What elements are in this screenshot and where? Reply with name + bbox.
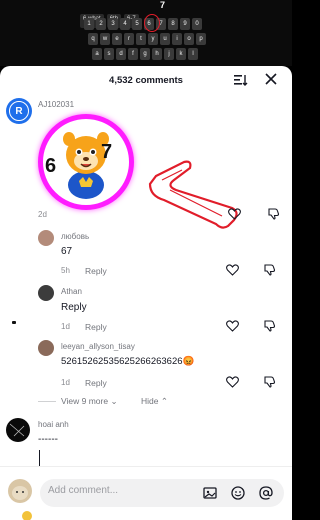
key[interactable]: d <box>116 48 126 60</box>
key[interactable]: e <box>112 33 122 45</box>
dislike-icon[interactable] <box>264 264 276 276</box>
thread-divider <box>38 401 56 402</box>
sticker-peek <box>22 511 32 520</box>
avatar[interactable]: R <box>6 98 32 124</box>
reply-username[interactable]: leeyan_allyson_tisay <box>61 342 135 351</box>
comment-count: 4,532 comments <box>109 75 183 86</box>
reply-button[interactable]: Reply <box>85 266 107 276</box>
comment-input-pill[interactable] <box>40 479 284 507</box>
key[interactable]: 4 <box>120 18 130 30</box>
mention-icon[interactable] <box>258 485 274 501</box>
chevron-up-icon: ⌃ <box>160 396 168 406</box>
key[interactable]: f <box>128 48 138 60</box>
key[interactable]: s <box>104 48 114 60</box>
keyboard-row-qwerty: q w e r t y u i o p <box>88 33 206 45</box>
sticker-number-right: 7 <box>101 141 113 163</box>
keyboard-row-numbers: 1 2 3 4 5 6 7 8 9 0 <box>84 18 202 30</box>
reply-text: 67 <box>61 246 73 257</box>
comment-composer-bar <box>0 466 292 520</box>
reply-username[interactable]: любовь <box>61 232 89 241</box>
key[interactable]: 0 <box>192 18 202 30</box>
comment-time: 2d <box>38 210 47 219</box>
key[interactable]: l <box>188 48 198 60</box>
key[interactable]: 5 <box>132 18 142 30</box>
avatar[interactable] <box>6 418 30 442</box>
key[interactable]: a <box>92 48 102 60</box>
dislike-icon[interactable] <box>268 208 280 220</box>
ink-dot <box>12 321 16 324</box>
emoji-icon[interactable] <box>230 485 246 501</box>
my-avatar[interactable] <box>8 479 32 503</box>
comment-input[interactable] <box>48 485 188 496</box>
sort-icon[interactable] <box>234 74 248 86</box>
heart-icon[interactable] <box>226 320 239 332</box>
comment-username[interactable]: hoai anh <box>38 420 69 429</box>
sticker-number-left: 6 <box>45 155 57 177</box>
chevron-down-icon: ⌄ <box>110 396 118 406</box>
key[interactable]: j <box>164 48 174 60</box>
image-icon[interactable] <box>202 485 218 501</box>
red-arrow-annotation-icon <box>148 160 238 229</box>
reply-time: 1d <box>61 378 70 387</box>
reply-button[interactable]: Reply <box>85 322 107 332</box>
heart-icon[interactable] <box>226 264 239 276</box>
key[interactable]: q <box>88 33 98 45</box>
avatar[interactable] <box>38 230 54 246</box>
key[interactable]: g <box>140 48 150 60</box>
key[interactable]: o <box>184 33 194 45</box>
dislike-icon[interactable] <box>264 320 276 332</box>
view-more-replies-button[interactable]: View 9 more ⌄ <box>61 396 118 407</box>
close-icon[interactable] <box>264 72 278 86</box>
overlay-caption: 7 <box>160 0 166 10</box>
cat-avatar-icon <box>12 486 28 500</box>
dislike-icon[interactable] <box>264 376 276 388</box>
reply-username[interactable]: Athan <box>61 287 82 296</box>
red-circle-marker <box>144 14 160 32</box>
comment-username[interactable]: AJ102031 <box>38 100 74 109</box>
comment-text: ------ <box>38 434 58 445</box>
sheet-header: 4,532 comments <box>0 66 292 94</box>
avatar-letter: R <box>9 101 29 121</box>
key[interactable]: 3 <box>108 18 118 30</box>
avatar[interactable] <box>38 340 54 356</box>
angry-emoji-icon: 😡 <box>182 356 195 367</box>
keyboard-area: 6.what 6th 6-7 1 2 3 4 5 6 7 8 9 0 q w e… <box>0 0 292 66</box>
key[interactable]: 9 <box>180 18 190 30</box>
comments-sheet: 4,532 comments R AJ102031 6 7 2d любовь … <box>0 66 292 520</box>
reply-button[interactable]: Reply <box>85 378 107 388</box>
sticker: 6 7 <box>38 114 134 210</box>
key[interactable]: r <box>124 33 134 45</box>
key[interactable]: u <box>160 33 170 45</box>
key[interactable]: k <box>176 48 186 60</box>
hide-replies-button[interactable]: Hide ⌃ <box>141 396 168 407</box>
reply-time: 1d <box>61 322 70 331</box>
avatar[interactable] <box>38 285 54 301</box>
key[interactable]: 2 <box>96 18 106 30</box>
reply-text: 52615262535625266263626😡 <box>61 356 194 367</box>
hide-label: Hide <box>141 396 159 406</box>
reply-text: Reply <box>61 302 87 313</box>
key[interactable]: 1 <box>84 18 94 30</box>
key[interactable]: 8 <box>168 18 178 30</box>
scribble-avatar-icon <box>9 423 25 437</box>
key[interactable]: p <box>196 33 206 45</box>
key[interactable]: h <box>152 48 162 60</box>
reply-text-value: 52615262535625266263626 <box>61 356 183 367</box>
keyboard-row-asdf: a s d f g h j k l <box>92 48 198 60</box>
reply-time: 5h <box>61 266 70 275</box>
key[interactable]: w <box>100 33 110 45</box>
key[interactable]: i <box>172 33 182 45</box>
heart-icon[interactable] <box>226 376 239 388</box>
heart-icon[interactable] <box>228 208 241 220</box>
key[interactable]: t <box>136 33 146 45</box>
key[interactable]: y <box>148 33 158 45</box>
view-more-label: View 9 more <box>61 396 109 406</box>
